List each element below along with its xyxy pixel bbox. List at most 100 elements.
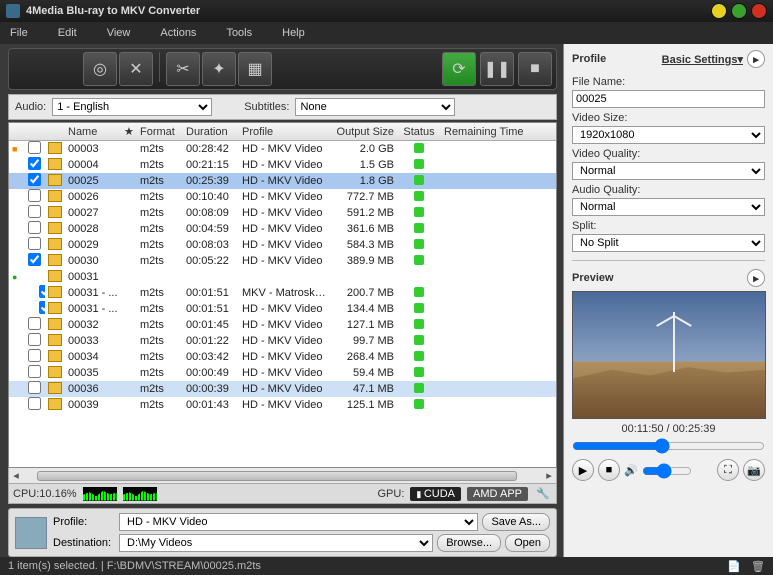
row-duration: 00:08:09 [183,207,239,219]
row-name: 00034 [65,351,121,363]
table-row[interactable]: 00003m2ts00:28:42HD - MKV Video2.0 GB [9,141,556,157]
col-star[interactable]: ★ [121,125,137,138]
minimize-button[interactable] [711,3,727,19]
row-checkbox[interactable] [28,333,41,346]
table-row[interactable]: 00004m2ts00:21:15HD - MKV Video1.5 GB [9,157,556,173]
menu-view[interactable]: View [107,27,131,39]
snapshot-button[interactable]: 📷 [743,459,765,481]
row-duration: 00:00:39 [183,383,239,395]
table-row[interactable]: 00031 - ...m2ts00:01:51MKV - Matroska Vi… [9,285,556,301]
row-format: m2ts [137,367,183,379]
convert-button[interactable]: ⟳ [442,52,476,86]
row-name: 00039 [65,399,121,411]
table-row[interactable]: 00031 [9,269,556,285]
table-row[interactable]: 00030m2ts00:05:22HD - MKV Video389.9 MB [9,253,556,269]
row-checkbox[interactable] [28,205,41,218]
load-disc-button[interactable]: ◎ [83,52,117,86]
basic-settings-link[interactable]: Basic Settings▾ [662,53,743,66]
row-checkbox[interactable] [28,397,41,410]
table-row[interactable]: 00031 - ...m2ts00:01:51HD - MKV Video134… [9,301,556,317]
close-button[interactable] [751,3,767,19]
file-table: Name ★ Format Duration Profile Output Si… [8,122,557,468]
preview-seek-slider[interactable] [572,437,765,455]
open-button[interactable]: Open [505,534,550,552]
row-format: m2ts [137,159,183,171]
split-select[interactable]: No Split [572,234,765,252]
col-output[interactable]: Output Size [333,126,397,138]
table-row[interactable]: 00035m2ts00:00:49HD - MKV Video59.4 MB [9,365,556,381]
row-checkbox[interactable] [28,141,41,154]
save-as-button[interactable]: Save As... [482,513,550,531]
col-name[interactable]: Name [65,126,121,138]
effects-button[interactable]: ✦ [202,52,236,86]
status-ready-icon [414,191,424,201]
table-row[interactable]: 00029m2ts00:08:03HD - MKV Video584.3 MB [9,237,556,253]
table-row[interactable]: 00033m2ts00:01:22HD - MKV Video99.7 MB [9,333,556,349]
table-row[interactable]: 00032m2ts00:01:45HD - MKV Video127.1 MB [9,317,556,333]
row-checkbox[interactable] [28,157,41,170]
table-row[interactable]: 00027m2ts00:08:09HD - MKV Video591.2 MB [9,205,556,221]
stop-button[interactable]: ■ [518,52,552,86]
audio-label: Audio: [15,101,46,113]
table-row[interactable]: 00026m2ts00:10:40HD - MKV Video772.7 MB [9,189,556,205]
row-checkbox[interactable] [28,189,41,202]
subtitle-select[interactable]: None [295,98,455,116]
file-icon [48,190,62,202]
videosize-select[interactable]: 1920x1080 [572,126,765,144]
delete-button[interactable]: ✕ [119,52,153,86]
table-row[interactable]: 00025m2ts00:25:39HD - MKV Video1.8 GB [9,173,556,189]
row-checkbox[interactable] [28,173,41,186]
videoquality-select[interactable]: Normal [572,162,765,180]
status-delete-icon[interactable]: 🗑 [751,560,765,573]
row-checkbox[interactable] [28,365,41,378]
row-format: m2ts [137,335,183,347]
play-button[interactable]: ▶ [572,459,594,481]
row-checkbox[interactable] [28,349,41,362]
preview-viewport[interactable] [572,291,766,419]
audio-select[interactable]: 1 - English [52,98,212,116]
row-checkbox[interactable] [28,237,41,250]
clip-button[interactable]: ✂ [166,52,200,86]
destination-select[interactable]: D:\My Videos [119,534,433,552]
pause-button[interactable]: ❚❚ [480,52,514,86]
row-checkbox[interactable] [28,381,41,394]
menu-tools[interactable]: Tools [226,27,252,39]
table-row[interactable]: 00028m2ts00:04:59HD - MKV Video361.6 MB [9,221,556,237]
menu-edit[interactable]: Edit [58,27,77,39]
table-row[interactable]: 00034m2ts00:03:42HD - MKV Video268.4 MB [9,349,556,365]
status-icon[interactable]: 📄 [727,560,741,573]
table-row[interactable]: 00039m2ts00:01:43HD - MKV Video125.1 MB [9,397,556,413]
menu-actions[interactable]: Actions [160,27,196,39]
table-row[interactable]: 00036m2ts00:00:39HD - MKV Video47.1 MB [9,381,556,397]
profile-select[interactable]: HD - MKV Video [119,513,478,531]
row-name: 00031 - ... [65,303,121,315]
volume-slider[interactable] [642,462,692,480]
maximize-button[interactable] [731,3,747,19]
menu-file[interactable]: File [10,27,28,39]
filename-input[interactable] [572,90,765,108]
status-ready-icon [414,367,424,377]
folder-icon [48,270,62,282]
expand-preview-icon[interactable]: ▸ [747,269,765,287]
col-profile[interactable]: Profile [239,126,333,138]
merge-button[interactable]: ▦ [238,52,272,86]
horizontal-scrollbar[interactable]: ◂▸ [8,468,557,484]
col-duration[interactable]: Duration [183,126,239,138]
audioquality-select[interactable]: Normal [572,198,765,216]
table-body[interactable]: 00003m2ts00:28:42HD - MKV Video2.0 GB000… [9,141,556,467]
stop-preview-button[interactable]: ■ [598,459,620,481]
col-format[interactable]: Format [137,126,183,138]
settings-icon[interactable]: 🔧 [534,487,552,500]
menu-help[interactable]: Help [282,27,305,39]
filename-label: File Name: [572,76,765,88]
expand-profile-icon[interactable]: ▸ [747,50,765,68]
browse-button[interactable]: Browse... [437,534,501,552]
fullscreen-button[interactable]: ⛶ [717,459,739,481]
col-status[interactable]: Status [397,126,441,138]
row-checkbox[interactable] [28,221,41,234]
row-checkbox[interactable] [28,253,41,266]
volume-icon[interactable]: 🔊 [624,464,638,477]
row-name: 00031 - ... [65,287,121,299]
row-checkbox[interactable] [28,317,41,330]
col-remaining[interactable]: Remaining Time [441,126,531,138]
